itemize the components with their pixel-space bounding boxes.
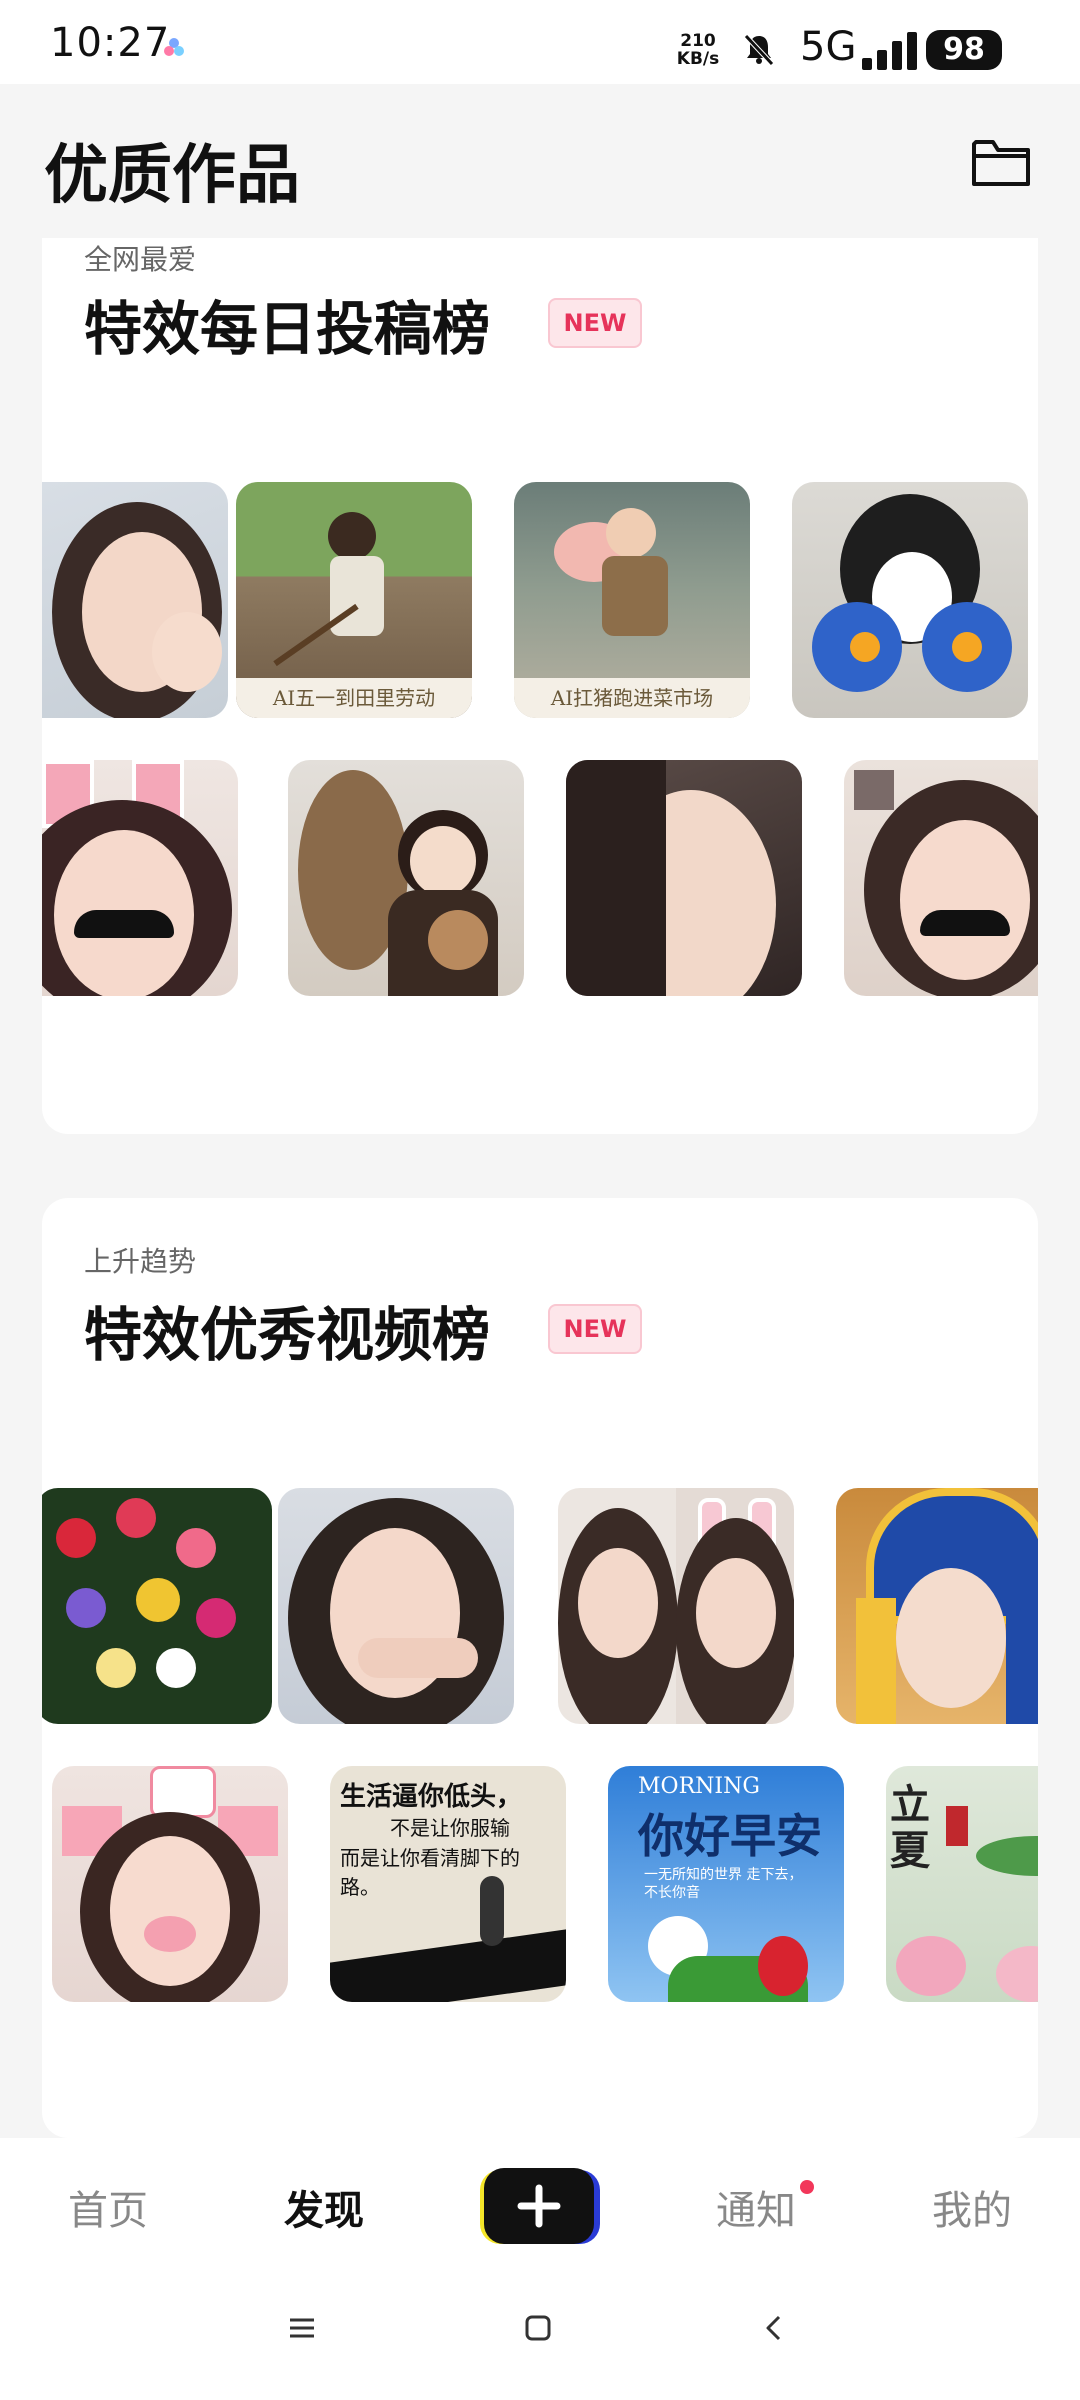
thumbnail-text: 一无所知的世界 走下去，不长你音 [644,1867,803,1901]
status-bar: 10:27 210 KB/s 5G 98 [0,0,1080,84]
effect-thumbnail[interactable] [558,1488,794,1724]
section-title[interactable]: 特效优秀视频榜 [84,1288,490,1372]
mute-bell-icon [744,34,774,66]
signal-icon [862,32,917,70]
effect-thumbnail[interactable] [566,760,802,996]
thumbnail-caption: AI扛猪跑进菜市场 [514,678,750,718]
section-subtitle: 全网最爱 [84,243,197,276]
bottom-nav: 首页 发现 通知 我的 [0,2138,1080,2268]
thumbnail-text: 而是让你看清脚下的路。 [340,1846,520,1899]
back-chevron-icon[interactable] [758,2312,790,2344]
thumbnail-text: 生活逼你低头， [340,1782,523,1812]
effect-thumbnail[interactable]: AI五一到田里劳动 [236,482,472,718]
page-title: 优质作品 [44,139,300,213]
effect-thumbnail[interactable]: MORNING 你好早安 一无所知的世界 走下去，不长你音 [608,1766,844,2002]
network-speed-unit: KB/s [676,49,720,69]
section-title[interactable]: 特效每日投稿榜 [84,282,490,366]
home-square-icon[interactable] [522,2312,554,2344]
nav-me[interactable]: 我的 [912,2178,1032,2236]
network-speed: 210 KB/s [668,32,728,68]
nav-home[interactable]: 首页 [48,2178,168,2236]
menu-icon[interactable] [286,2312,318,2344]
plus-icon[interactable] [478,2166,600,2248]
effect-thumbnail[interactable] [844,760,1038,996]
thumbnail-text: 不是让你服输 [390,1816,510,1840]
effect-thumbnail[interactable]: 生活逼你低头， 不是让你服输 而是让你看清脚下的路。 [330,1766,566,2002]
thumbnail-text: MORNING [638,1774,760,1799]
ranking-card-video: 上升趋势 特效优秀视频榜 NEW 生活逼你低头， 不是让你服输 而是让你看清脚下… [42,1198,1038,2138]
app-notification-icon [164,38,184,56]
section-subtitle: 上升趋势 [84,1245,197,1278]
effect-thumbnail[interactable]: 立夏 [886,1766,1038,2002]
effect-thumbnail[interactable] [42,1488,272,1724]
nav-discover[interactable]: 发现 [264,2178,384,2236]
page-header: 优质作品 [0,84,1080,240]
effect-thumbnail[interactable]: AI扛猪跑进菜市场 [514,482,750,718]
network-type: 5G [800,24,857,70]
new-badge: NEW [548,1304,642,1354]
status-time: 10:27 [50,20,171,66]
ranking-card-daily: 全网最爱 特效每日投稿榜 NEW AI五一到田里劳动 AI扛猪跑进菜市场 [42,238,1038,1134]
effect-thumbnail[interactable] [288,760,524,996]
effect-thumbnail[interactable] [42,760,238,996]
effect-thumbnail[interactable] [836,1488,1038,1724]
effect-thumbnail[interactable] [52,1766,288,2002]
effect-thumbnail[interactable] [792,482,1028,718]
thumbnail-text: 你好早安 [638,1809,822,1863]
new-badge: NEW [548,298,642,348]
notification-dot [800,2180,814,2194]
network-speed-value: 210 [680,31,716,51]
nav-notifications[interactable]: 通知 [696,2178,816,2236]
battery-indicator: 98 [926,30,1002,70]
effect-thumbnail[interactable] [42,482,228,718]
system-navigation-bar [0,2268,1080,2400]
thumbnail-text: 立夏 [890,1781,930,1874]
effect-thumbnail[interactable] [278,1488,514,1724]
folder-icon[interactable] [970,134,1032,190]
thumbnail-caption: AI五一到田里劳动 [236,678,472,718]
